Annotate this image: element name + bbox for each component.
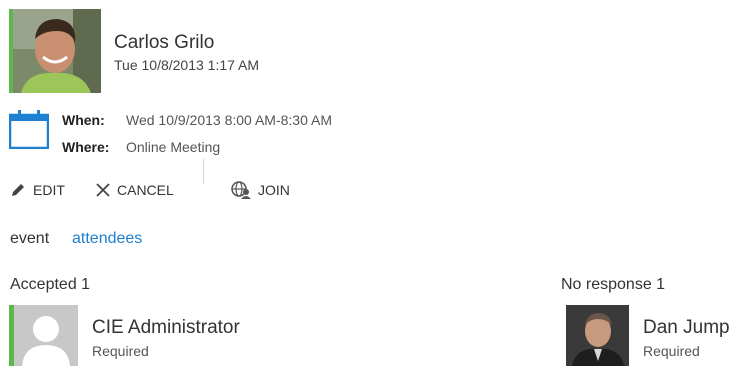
join-button[interactable]: JOIN xyxy=(231,181,290,199)
sender-photo xyxy=(13,9,101,93)
calendar-icon xyxy=(8,109,50,150)
attendee-role: Required xyxy=(643,343,700,359)
person-icon xyxy=(14,305,78,366)
pencil-icon xyxy=(12,184,24,196)
cancel-button[interactable]: CANCEL xyxy=(96,182,174,198)
sender-name[interactable]: Carlos Grilo xyxy=(114,32,214,54)
accepted-header: Accepted 1 xyxy=(10,276,91,293)
where-label: Where: xyxy=(62,139,110,155)
attendee-avatar-placeholder[interactable] xyxy=(14,305,78,366)
tab-event[interactable]: event xyxy=(10,230,49,248)
attendee-name[interactable]: CIE Administrator xyxy=(92,317,240,339)
attendee-name[interactable]: Dan Jump xyxy=(643,317,730,339)
cancel-label: CANCEL xyxy=(117,182,174,198)
toolbar-divider xyxy=(203,159,204,184)
sent-timestamp: Tue 10/8/2013 1:17 AM xyxy=(114,57,260,73)
tab-attendees[interactable]: attendees xyxy=(72,230,142,248)
join-label: JOIN xyxy=(258,182,290,198)
when-value: Wed 10/9/2013 8:00 AM-8:30 AM xyxy=(126,112,332,128)
when-label: When: xyxy=(62,112,105,128)
close-icon xyxy=(96,183,110,197)
sender-avatar[interactable] xyxy=(13,9,101,93)
edit-label: EDIT xyxy=(33,182,65,198)
no-response-header: No response 1 xyxy=(561,276,666,293)
online-meeting-icon xyxy=(231,181,251,199)
edit-button[interactable]: EDIT xyxy=(10,182,65,198)
where-value: Online Meeting xyxy=(126,139,221,155)
attendee-avatar[interactable] xyxy=(566,305,629,366)
attendee-photo xyxy=(566,305,629,366)
attendee-role: Required xyxy=(92,343,149,359)
